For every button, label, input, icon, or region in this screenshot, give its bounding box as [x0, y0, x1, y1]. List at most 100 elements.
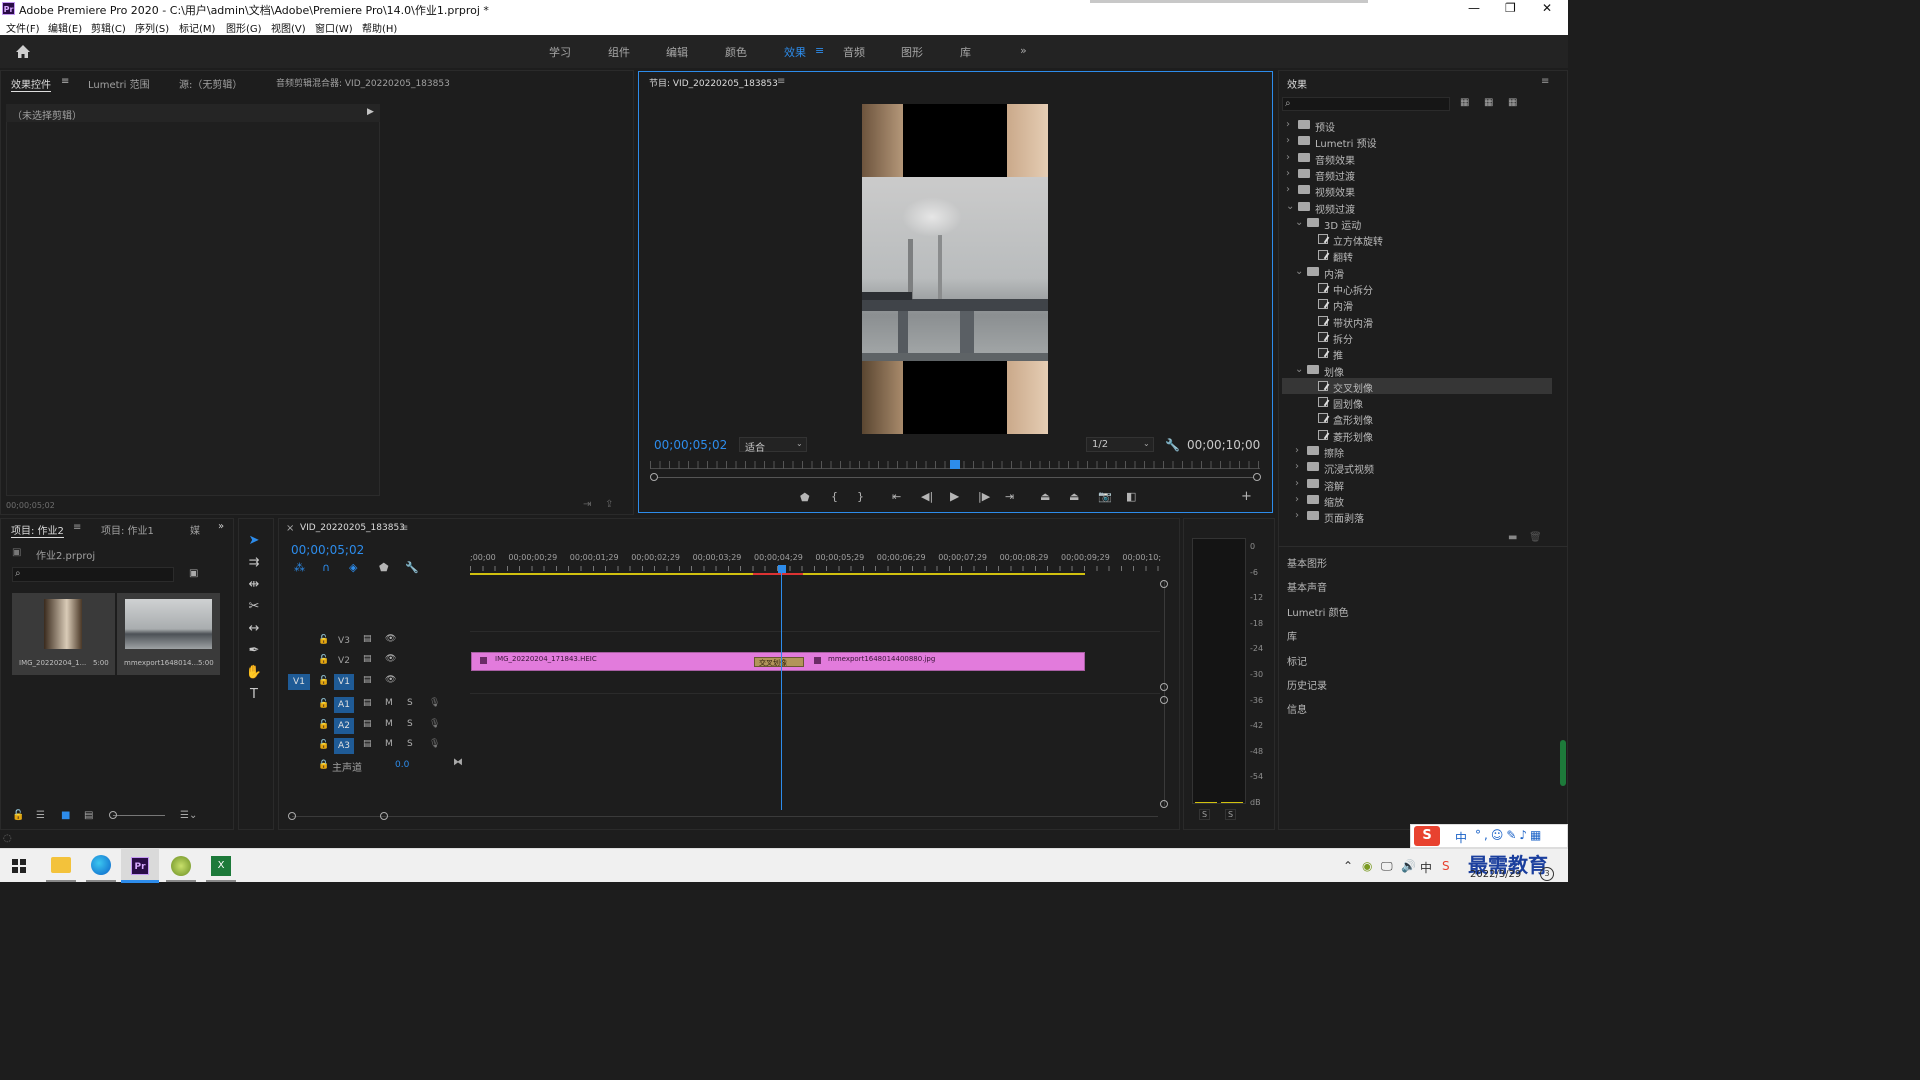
- menu-edit[interactable]: 编辑(E): [48, 20, 82, 35]
- extract-icon[interactable]: ⏏: [1069, 491, 1079, 502]
- step-forward-icon[interactable]: |▶: [978, 491, 990, 502]
- chevron-right-icon[interactable]: ›: [1295, 478, 1299, 489]
- sort-icon[interactable]: ☰⌄: [180, 810, 197, 821]
- chevron-right-icon[interactable]: ›: [1295, 494, 1299, 505]
- solo-right-button[interactable]: S: [1225, 809, 1237, 820]
- sogou-tray-icon[interactable]: S: [1442, 859, 1450, 873]
- thumbnail-size-slider[interactable]: [113, 815, 165, 816]
- master-volume[interactable]: 0.0: [395, 760, 409, 770]
- nest-icon[interactable]: ⁂: [294, 562, 305, 573]
- solo-button[interactable]: S: [407, 698, 413, 708]
- project-item-thumbnail-1[interactable]: IMG_20220204_1... 5:00: [12, 593, 115, 675]
- panel-essential-sound[interactable]: 基本声音: [1287, 579, 1327, 594]
- type-tool-icon[interactable]: T: [244, 687, 264, 705]
- project-search-input[interactable]: ⌕: [12, 567, 174, 582]
- sync-lock-icon[interactable]: ▤: [363, 675, 372, 685]
- menu-help[interactable]: 帮助(H): [362, 20, 397, 35]
- panel-info[interactable]: 信息: [1287, 701, 1307, 716]
- sync-lock-icon[interactable]: ▤: [363, 654, 372, 664]
- eye-icon[interactable]: 👁: [385, 675, 396, 685]
- track-target-v1[interactable]: V1: [334, 674, 354, 690]
- timeline-playhead[interactable]: [778, 565, 786, 573]
- effects-tree-item[interactable]: › Lumetri 预设: [1282, 133, 1552, 150]
- solo-button[interactable]: S: [407, 739, 413, 749]
- chevron-down-icon[interactable]: ⌄: [1295, 266, 1303, 277]
- workspace-assembly[interactable]: 组件: [608, 44, 630, 60]
- tab-effect-controls[interactable]: 效果控件: [11, 76, 51, 92]
- effects-search-input[interactable]: ⌕: [1282, 97, 1450, 111]
- tray-expand-icon[interactable]: ⌃: [1343, 859, 1353, 873]
- ime-tools-icon[interactable]: °,☺✎♪▦: [1475, 828, 1544, 842]
- workspace-audio[interactable]: 音频: [843, 44, 865, 60]
- zoom-handle-right[interactable]: [1253, 473, 1261, 481]
- sync-lock-icon[interactable]: ▤: [363, 739, 372, 749]
- effects-tree-item[interactable]: › 音频效果: [1282, 150, 1552, 167]
- ripple-edit-tool-icon[interactable]: ⇹: [244, 577, 264, 595]
- volume-icon[interactable]: 🔊: [1401, 859, 1416, 873]
- lock-icon[interactable]: 🔓: [318, 635, 329, 645]
- tab-lumetri-scopes[interactable]: Lumetri 范围: [88, 76, 150, 91]
- pen-tool-icon[interactable]: ✒: [244, 643, 264, 661]
- lock-icon[interactable]: 🔓: [318, 720, 329, 730]
- microphone-icon[interactable]: 🎙: [429, 719, 440, 729]
- effects-tree-item[interactable]: 圆划像: [1282, 394, 1552, 411]
- effects-tree-item[interactable]: ⌄ 划像: [1282, 362, 1552, 379]
- ime-mode[interactable]: 中: [1455, 829, 1467, 846]
- track-target-a1[interactable]: A1: [334, 697, 354, 713]
- chevron-right-icon[interactable]: ›: [1286, 119, 1290, 130]
- 32bit-effects-icon[interactable]: ▦: [1484, 97, 1493, 108]
- add-marker-icon[interactable]: ⬟: [800, 492, 810, 503]
- effects-tree-item[interactable]: 翻转: [1282, 247, 1552, 264]
- vscroll-handle-bottom[interactable]: [1160, 800, 1168, 808]
- sogou-icon[interactable]: S: [1414, 826, 1440, 846]
- cross-iris-transition[interactable]: 交叉划像: [754, 657, 804, 667]
- workspace-menu-icon[interactable]: ≡: [815, 44, 824, 57]
- program-zoom-bar[interactable]: [654, 477, 1258, 478]
- effects-tree-item[interactable]: 中心拆分: [1282, 280, 1552, 297]
- lock-icon[interactable]: 🔓: [318, 699, 329, 709]
- lock-icon[interactable]: 🔓: [318, 740, 329, 750]
- panel-history[interactable]: 历史记录: [1287, 677, 1327, 692]
- razor-tool-icon[interactable]: ✂: [244, 599, 264, 617]
- timeline-tab[interactable]: VID_20220205_183853: [300, 523, 405, 533]
- timeline-menu-icon[interactable]: ≡: [400, 523, 408, 534]
- fit-dropdown[interactable]: 适合 ⌄: [739, 437, 807, 454]
- workspace-color[interactable]: 颜色: [725, 44, 747, 60]
- more-workspaces-icon[interactable]: »: [1020, 44, 1027, 57]
- chevron-down-icon[interactable]: ⌄: [1295, 364, 1303, 375]
- new-bin-icon[interactable]: ▬: [1508, 532, 1517, 543]
- mute-button[interactable]: M: [385, 739, 393, 749]
- effects-tree-item[interactable]: › 溶解: [1282, 476, 1552, 493]
- microphone-icon[interactable]: 🎙: [429, 739, 440, 749]
- sync-lock-icon[interactable]: ▤: [363, 719, 372, 729]
- tab-project-2[interactable]: 项目: 作业2: [11, 522, 64, 538]
- workspace-learn[interactable]: 学习: [549, 44, 571, 60]
- expand-arrow-icon[interactable]: ▶: [367, 107, 374, 117]
- export-frame-icon[interactable]: 📷: [1098, 491, 1112, 502]
- chevron-down-icon[interactable]: ⌄: [1295, 217, 1303, 228]
- zoom-handle-left[interactable]: [650, 473, 658, 481]
- tab-audio-clip-mixer[interactable]: 音频剪辑混合器: VID_20220205_183853: [276, 76, 450, 89]
- minimize-icon[interactable]: —: [1468, 1, 1480, 15]
- filter-icon[interactable]: ⇥: [583, 499, 591, 510]
- lock-icon[interactable]: 🔓: [12, 810, 24, 821]
- timeline-vscroll[interactable]: [1164, 581, 1165, 806]
- maximize-icon[interactable]: ❐: [1505, 1, 1516, 15]
- close-icon[interactable]: ✕: [1542, 1, 1552, 15]
- ime-tray-icon[interactable]: 中: [1420, 859, 1432, 876]
- microphone-icon[interactable]: 🎙: [429, 698, 440, 708]
- panel-markers[interactable]: 标记: [1287, 653, 1307, 668]
- chevron-right-icon[interactable]: ›: [1286, 135, 1290, 146]
- add-button-icon[interactable]: +: [1241, 490, 1252, 503]
- hscroll-handle-left[interactable]: [288, 812, 296, 820]
- list-view-icon[interactable]: ☰: [36, 810, 45, 821]
- effects-tree-item[interactable]: 盒形划像: [1282, 410, 1552, 427]
- track-select-tool-icon[interactable]: ⇉: [244, 555, 264, 573]
- workspace-libraries[interactable]: 库: [960, 44, 971, 60]
- app-icon-green[interactable]: [171, 856, 191, 876]
- effects-tree-item[interactable]: › 缩放: [1282, 492, 1552, 509]
- panel-essential-graphics[interactable]: 基本图形: [1287, 555, 1327, 570]
- network-icon[interactable]: 🖵: [1381, 859, 1393, 874]
- menu-view[interactable]: 视图(V): [271, 20, 306, 35]
- delete-icon[interactable]: 🗑: [1529, 532, 1542, 543]
